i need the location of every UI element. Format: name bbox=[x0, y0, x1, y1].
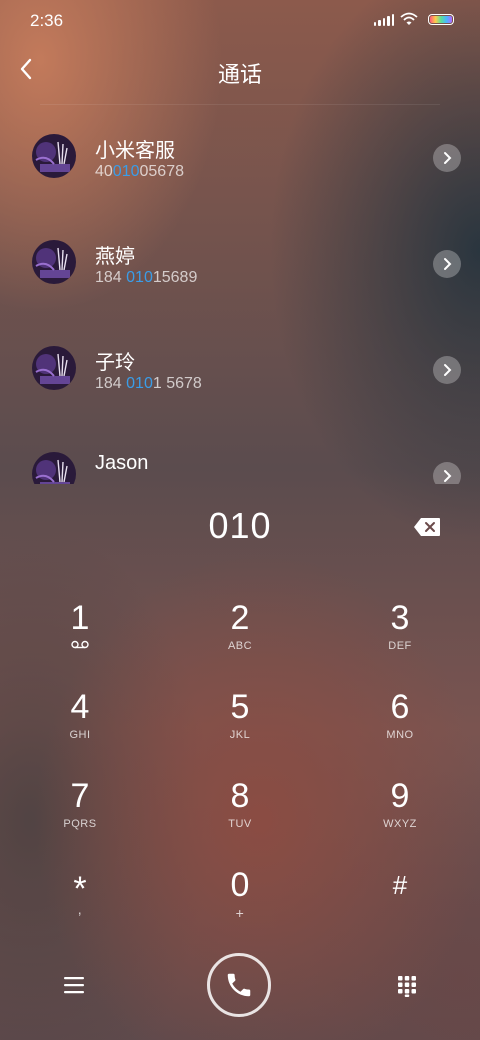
page-title: 通话 bbox=[217, 62, 262, 87]
key-hash[interactable]: # bbox=[320, 863, 480, 943]
contact-number: 4001005678 bbox=[95, 163, 184, 180]
chevron-right-icon bbox=[444, 258, 452, 270]
avatar bbox=[32, 346, 76, 390]
header: 通话 bbox=[0, 48, 480, 92]
menu-button[interactable] bbox=[64, 976, 84, 994]
key-letters: DEF bbox=[388, 640, 412, 652]
key-letters: ABC bbox=[227, 640, 253, 652]
key-digit: 6 bbox=[390, 688, 410, 726]
match-highlight: 010 bbox=[126, 375, 153, 392]
contact-detail-button[interactable] bbox=[433, 250, 461, 278]
key-6[interactable]: 6 MNO bbox=[320, 685, 480, 765]
key-letters: WXYZ bbox=[383, 818, 417, 830]
key-1[interactable]: 1 bbox=[0, 596, 160, 676]
status-bar: 2:36 bbox=[0, 0, 480, 40]
list-item[interactable]: Jason bbox=[0, 424, 480, 484]
key-letters: JKL bbox=[229, 729, 251, 741]
chevron-right-icon bbox=[444, 364, 452, 376]
key-digit: 9 bbox=[390, 777, 410, 815]
key-letters: PQRS bbox=[63, 818, 97, 830]
key-letters: GHI bbox=[69, 729, 91, 741]
contact-name: 子玲 bbox=[95, 352, 135, 374]
contact-name: Jason bbox=[95, 452, 149, 474]
key-8[interactable]: 8 TUV bbox=[160, 774, 320, 854]
backspace-button[interactable] bbox=[413, 517, 441, 537]
match-highlight: 010 bbox=[126, 269, 153, 286]
key-4[interactable]: 4 GHI bbox=[0, 685, 160, 765]
contact-detail-button[interactable] bbox=[433, 462, 461, 484]
list-item[interactable]: 小米客服 4001005678 bbox=[0, 106, 480, 206]
key-digit: 3 bbox=[390, 599, 410, 637]
contact-name: 小米客服 bbox=[95, 140, 175, 162]
contact-detail-button[interactable] bbox=[433, 144, 461, 172]
wifi-icon bbox=[400, 12, 418, 25]
key-0[interactable]: 0 + bbox=[160, 863, 320, 943]
key-letters: MNO bbox=[386, 729, 414, 741]
key-letters: TUV bbox=[228, 818, 252, 830]
battery-icon bbox=[428, 14, 454, 25]
key-digit: 2 bbox=[230, 599, 250, 637]
match-highlight: 010 bbox=[112, 163, 140, 180]
key-3[interactable]: 3 DEF bbox=[320, 596, 480, 676]
voicemail-icon bbox=[71, 640, 89, 649]
dial-input[interactable]: 010 bbox=[0, 505, 480, 547]
contact-number: 184 01015689 bbox=[95, 269, 198, 286]
key-letters: , bbox=[77, 901, 83, 917]
key-digit: # bbox=[392, 870, 408, 900]
keypad-icon[interactable] bbox=[397, 975, 417, 997]
list-item[interactable]: 燕婷 184 01015689 bbox=[0, 212, 480, 312]
contact-number: 184 0101 5678 bbox=[95, 375, 202, 392]
chevron-right-icon bbox=[444, 152, 452, 164]
key-5[interactable]: 5 JKL bbox=[160, 685, 320, 765]
key-digit: 1 bbox=[70, 599, 90, 637]
contact-name: 燕婷 bbox=[95, 246, 135, 268]
avatar bbox=[32, 240, 76, 284]
contact-list[interactable]: 小米客服 4001005678 燕婷 184 01015689 子玲 184 0… bbox=[0, 106, 480, 484]
chevron-right-icon bbox=[444, 470, 452, 482]
key-digit: 0 bbox=[230, 866, 250, 904]
avatar bbox=[32, 134, 76, 178]
key-digit: 5 bbox=[230, 688, 250, 726]
status-time: 2:36 bbox=[30, 11, 64, 30]
key-letters: + bbox=[235, 905, 245, 921]
contact-detail-button[interactable] bbox=[433, 356, 461, 384]
signal-icon bbox=[373, 14, 394, 26]
phone-icon bbox=[227, 973, 251, 997]
header-divider bbox=[40, 104, 440, 105]
key-2[interactable]: 2 ABC bbox=[160, 596, 320, 676]
avatar bbox=[32, 452, 76, 484]
key-digit: 4 bbox=[70, 688, 90, 726]
call-button[interactable] bbox=[207, 953, 271, 1017]
key-7[interactable]: 7 PQRS bbox=[0, 774, 160, 854]
key-digit: 7 bbox=[70, 777, 90, 815]
key-star[interactable]: * , bbox=[0, 863, 160, 943]
key-digit: 8 bbox=[230, 777, 250, 815]
key-9[interactable]: 9 WXYZ bbox=[320, 774, 480, 854]
list-item[interactable]: 子玲 184 0101 5678 bbox=[0, 318, 480, 418]
